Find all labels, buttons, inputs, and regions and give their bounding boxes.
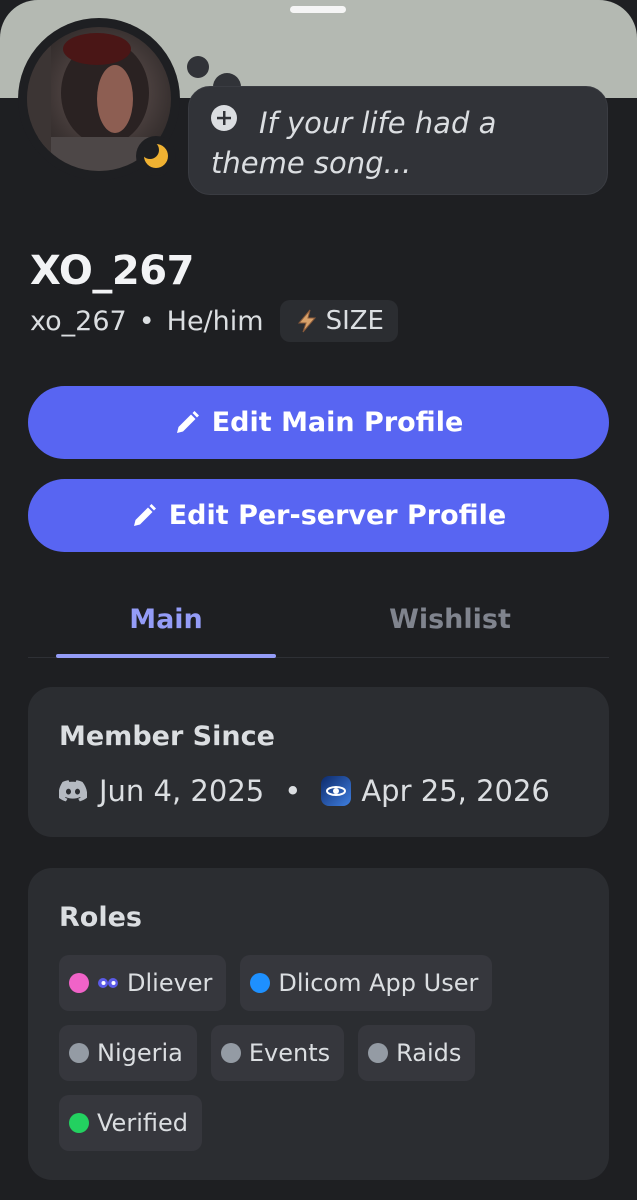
role-chip-raids[interactable]: Raids (358, 1025, 476, 1081)
role-chip-verified[interactable]: Verified (59, 1095, 202, 1151)
separator-dot: • (284, 774, 302, 808)
tab-main[interactable]: Main (56, 580, 276, 658)
separator-dot: • (138, 305, 155, 337)
role-label: Dlicom App User (278, 969, 479, 997)
tab-wishlist[interactable]: Wishlist (340, 580, 560, 658)
drag-handle[interactable] (290, 6, 346, 13)
server-icon (321, 776, 352, 806)
eyes-icon (98, 978, 118, 988)
edit-per-server-profile-button[interactable]: Edit Per-server Profile (28, 479, 609, 552)
server-tag-label: SIZE (325, 306, 384, 336)
role-color-dot (220, 1043, 241, 1063)
server-tag[interactable]: SIZE (279, 300, 398, 342)
edit-per-server-profile-label: Edit Per-server Profile (168, 500, 507, 531)
role-label: Nigeria (97, 1039, 183, 1067)
server-join-date: Apr 25, 2026 (361, 774, 550, 808)
status-prompt-text: If your life had a theme song... (211, 106, 497, 180)
pencil-icon (133, 503, 156, 526)
roles-list: Dliever Dlicom App User Nigeria Events R… (59, 955, 589, 1151)
pronouns: He/him (166, 305, 264, 337)
custom-status-bubble[interactable]: If your life had a theme song... (188, 86, 608, 195)
username: xo_267 (30, 305, 127, 337)
member-since-title: Member Since (59, 721, 275, 752)
role-color-dot (69, 973, 89, 993)
pencil-icon (176, 410, 199, 433)
roles-card: Roles Dliever Dlicom App User Nigeria Ev… (28, 868, 609, 1180)
moon-icon (142, 142, 168, 168)
role-chip-events[interactable]: Events (210, 1025, 345, 1081)
role-chip-dliever[interactable]: Dliever (59, 955, 227, 1011)
active-tab-indicator (56, 654, 276, 658)
roles-title: Roles (59, 902, 142, 933)
role-color-dot (250, 973, 271, 993)
role-chip-nigeria[interactable]: Nigeria (59, 1025, 197, 1081)
role-label: Events (248, 1039, 331, 1067)
role-label: Dliever (127, 969, 213, 997)
edit-main-profile-label: Edit Main Profile (211, 407, 464, 438)
edit-main-profile-button[interactable]: Edit Main Profile (28, 386, 609, 459)
member-since-row: Jun 4, 2025 • Apr 25, 2026 (59, 771, 550, 811)
discord-join-date: Jun 4, 2025 (99, 774, 265, 808)
display-name: XO_267 (30, 248, 194, 294)
role-color-dot (69, 1113, 89, 1133)
discord-icon (59, 780, 87, 802)
role-label: Raids (396, 1039, 462, 1067)
member-since-card: Member Since Jun 4, 2025 • Apr 25, 2026 (28, 687, 609, 837)
role-color-dot (368, 1043, 389, 1063)
username-line: xo_267 • He/him SIZE (30, 300, 398, 342)
lightning-icon (297, 309, 316, 333)
thought-bubble-dot-small (187, 56, 209, 78)
role-color-dot (69, 1043, 89, 1063)
role-chip-dlicom-app-user[interactable]: Dlicom App User (240, 955, 493, 1011)
role-label: Verified (97, 1109, 188, 1137)
idle-status-badge (136, 136, 176, 176)
profile-tabs: Main Wishlist (28, 580, 609, 658)
